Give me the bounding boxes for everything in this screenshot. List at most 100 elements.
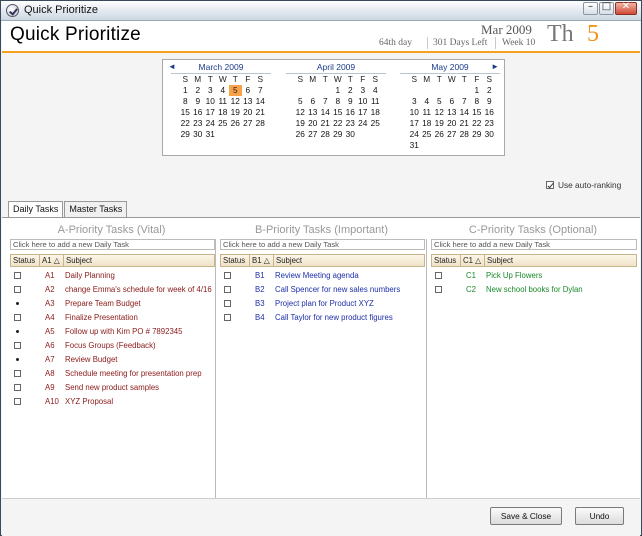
calendar-day[interactable]: 3 — [408, 96, 421, 107]
maximize-button[interactable]: □ — [599, 1, 614, 15]
calendar-day[interactable]: 12 — [433, 107, 446, 118]
calendar-day[interactable]: 21 — [254, 107, 267, 118]
task-row[interactable]: B2 Call Spencer for new sales numbers — [220, 283, 425, 297]
calendar-day[interactable]: 20 — [446, 118, 459, 129]
calendar-day[interactable]: 7 — [458, 96, 471, 107]
calendar-day[interactable]: 25 — [421, 129, 434, 140]
tab-daily-tasks[interactable]: Daily Tasks — [8, 201, 64, 218]
calendar-day[interactable]: 15 — [332, 107, 345, 118]
calendar-day[interactable]: 4 — [217, 85, 230, 96]
calendar-day[interactable]: 13 — [446, 107, 459, 118]
calendar-day[interactable]: 13 — [242, 96, 255, 107]
calendar-day[interactable]: 2 — [483, 85, 496, 96]
calendar-day[interactable]: 24 — [357, 118, 370, 129]
task-row[interactable]: A10 XYZ Proposal — [10, 395, 215, 409]
task-status[interactable] — [10, 283, 39, 297]
calendar-day[interactable]: 18 — [217, 107, 230, 118]
task-row[interactable]: A7 Review Budget — [10, 353, 215, 367]
task-checkbox[interactable] — [14, 272, 21, 279]
calendar-day[interactable]: 27 — [242, 118, 255, 129]
calendar-day[interactable]: 10 — [357, 96, 370, 107]
task-row[interactable]: A4 Finalize Presentation — [10, 311, 215, 325]
priority-column-header[interactable]: C1 △ — [461, 255, 485, 266]
calendar-day[interactable]: 10 — [408, 107, 421, 118]
subject-column-header[interactable]: Subject — [274, 255, 424, 266]
save-close-button[interactable]: Save & Close — [490, 507, 562, 525]
calendar-day[interactable]: 18 — [421, 118, 434, 129]
calendar-day[interactable]: 13 — [307, 107, 320, 118]
calendar-day[interactable]: 31 — [408, 140, 421, 151]
auto-ranking-toggle[interactable]: Use auto-ranking — [546, 180, 621, 190]
calendar-day[interactable]: 19 — [229, 107, 242, 118]
task-row[interactable]: B3 Project plan for Product XYZ — [220, 297, 425, 311]
calendar-day[interactable]: 23 — [483, 118, 496, 129]
task-status[interactable] — [10, 339, 39, 353]
calendar-day[interactable]: 8 — [471, 96, 484, 107]
calendar-day[interactable]: 25 — [369, 118, 382, 129]
task-row[interactable]: A8 Schedule meeting for presentation prep — [10, 367, 215, 381]
calendar-day[interactable]: 6 — [242, 85, 255, 96]
task-row[interactable]: B4 Call Taylor for new product figures — [220, 311, 425, 325]
task-row[interactable]: B1 Review Meeting agenda — [220, 269, 425, 283]
subject-column-header[interactable]: Subject — [64, 255, 214, 266]
task-status[interactable] — [220, 269, 249, 283]
calendar-day-today[interactable]: 5 — [229, 85, 242, 96]
calendar-day[interactable]: 20 — [242, 107, 255, 118]
task-row[interactable]: A1 Daily Planning — [10, 269, 215, 283]
task-checkbox[interactable] — [224, 314, 231, 321]
add-task-input[interactable]: Click here to add a new Daily Task — [10, 239, 215, 250]
status-column-header[interactable]: Status — [221, 255, 250, 266]
task-status[interactable] — [10, 297, 39, 311]
calendar-day[interactable]: 4 — [421, 96, 434, 107]
task-checkbox[interactable] — [14, 314, 21, 321]
calendar-day[interactable]: 27 — [307, 129, 320, 140]
calendar-day[interactable]: 29 — [471, 129, 484, 140]
calendar-day[interactable]: 20 — [307, 118, 320, 129]
task-checkbox[interactable] — [14, 384, 21, 391]
calendar-day[interactable]: 14 — [458, 107, 471, 118]
calendar-day[interactable]: 12 — [229, 96, 242, 107]
auto-ranking-checkbox[interactable] — [546, 181, 554, 189]
calendar-day[interactable]: 11 — [421, 107, 434, 118]
calendar-day[interactable]: 30 — [192, 129, 205, 140]
task-row[interactable]: A6 Focus Groups (Feedback) — [10, 339, 215, 353]
calendar-day[interactable]: 10 — [204, 96, 217, 107]
calendar-day[interactable]: 1 — [471, 85, 484, 96]
calendar-day[interactable]: 12 — [294, 107, 307, 118]
task-status[interactable] — [10, 395, 39, 409]
task-status[interactable] — [10, 269, 39, 283]
calendar-day[interactable]: 3 — [357, 85, 370, 96]
calendar-day[interactable]: 7 — [254, 85, 267, 96]
calendar-day[interactable]: 21 — [319, 118, 332, 129]
task-status[interactable] — [431, 283, 460, 297]
calendar-day[interactable]: 15 — [471, 107, 484, 118]
task-status[interactable] — [10, 381, 39, 395]
calendar-day[interactable]: 19 — [433, 118, 446, 129]
in-progress-bullet-icon[interactable] — [16, 330, 19, 333]
task-checkbox[interactable] — [14, 342, 21, 349]
calendar-day[interactable]: 19 — [294, 118, 307, 129]
task-checkbox[interactable] — [435, 272, 442, 279]
calendar-day[interactable]: 22 — [471, 118, 484, 129]
calendar-day[interactable]: 9 — [483, 96, 496, 107]
calendar-day[interactable]: 17 — [204, 107, 217, 118]
task-row[interactable]: A9 Send new product samples — [10, 381, 215, 395]
calendar-day[interactable]: 17 — [408, 118, 421, 129]
task-row[interactable]: C2 New school books for Dylan — [431, 283, 637, 297]
calendar-day[interactable]: 15 — [179, 107, 192, 118]
calendar-day[interactable]: 30 — [483, 129, 496, 140]
calendar-day[interactable]: 29 — [332, 129, 345, 140]
calendar-day[interactable]: 3 — [204, 85, 217, 96]
calendar-day[interactable]: 14 — [254, 96, 267, 107]
calendar-day[interactable]: 5 — [294, 96, 307, 107]
task-checkbox[interactable] — [224, 300, 231, 307]
calendar-day[interactable]: 21 — [458, 118, 471, 129]
subject-column-header[interactable]: Subject — [485, 255, 636, 266]
task-checkbox[interactable] — [224, 286, 231, 293]
calendar-day[interactable]: 9 — [192, 96, 205, 107]
calendar-day[interactable]: 24 — [204, 118, 217, 129]
calendar-day[interactable]: 8 — [179, 96, 192, 107]
calendar-day[interactable]: 26 — [229, 118, 242, 129]
calendar-day[interactable]: 11 — [369, 96, 382, 107]
calendar-day[interactable]: 1 — [179, 85, 192, 96]
